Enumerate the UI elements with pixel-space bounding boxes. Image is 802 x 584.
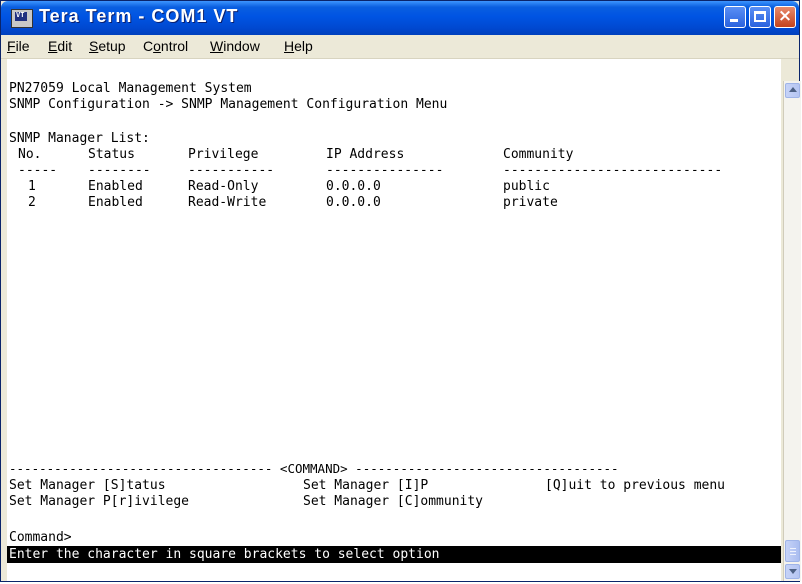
menu-file-rest: ile xyxy=(15,38,30,54)
cmd-set-community: Set Manager [C]ommunity xyxy=(303,494,484,509)
row-privilege: Read-Write xyxy=(188,195,267,210)
app-icon-label: VT xyxy=(16,11,25,19)
maximize-icon xyxy=(754,11,766,22)
col-header-privilege: Privilege xyxy=(188,147,259,162)
menu-file[interactable]: File xyxy=(7,38,30,54)
status-line: Enter the character in square brackets t… xyxy=(7,546,781,563)
col-sep-privilege: ----------- xyxy=(188,163,275,178)
menu-file-mnemonic: F xyxy=(7,38,16,54)
col-sep-no: ----- xyxy=(18,163,58,178)
menu-window-rest: indow xyxy=(223,38,260,54)
menu-setup-rest: etup xyxy=(98,38,126,54)
menu-bar: File Edit Setup Control Window Help xyxy=(1,35,799,59)
minimize-icon xyxy=(730,19,738,22)
cmd-set-status: Set Manager [S]tatus xyxy=(9,478,166,493)
row-community: private xyxy=(503,195,558,210)
terminal-window: VT Tera Term - COM1 VT × File Edit Setup… xyxy=(0,0,801,582)
menu-window-mnemonic: W xyxy=(210,38,224,54)
menu-setup[interactable]: Setup xyxy=(89,38,126,54)
arrow-up-icon xyxy=(789,87,797,92)
command-bar: ----------------------------------- <COM… xyxy=(9,461,619,476)
maximize-button[interactable] xyxy=(749,6,771,28)
close-icon: × xyxy=(777,6,793,26)
row-no: 1 xyxy=(28,179,36,194)
grip-line xyxy=(790,551,796,552)
terminal-screen[interactable]: PN27059 Local Management System SNMP Con… xyxy=(7,59,781,581)
cmd-quit: [Q]uit to previous menu xyxy=(545,478,726,493)
row-ip: 0.0.0.0 xyxy=(326,195,381,210)
row-ip: 0.0.0.0 xyxy=(326,179,381,194)
command-prompt: Command> xyxy=(9,530,72,545)
menu-edit-rest: dit xyxy=(57,38,73,54)
col-header-status: Status xyxy=(88,147,135,162)
list-title: SNMP Manager List: xyxy=(9,131,150,146)
row-privilege: Read-Only xyxy=(188,179,259,194)
close-button[interactable]: × xyxy=(774,6,796,28)
menu-help[interactable]: Help xyxy=(284,38,313,54)
menu-help-rest: elp xyxy=(294,38,313,54)
menu-control[interactable]: Control xyxy=(143,38,188,54)
menu-help-mnemonic: H xyxy=(284,38,295,54)
menu-control-rest: ntrol xyxy=(160,38,189,54)
col-sep-ip: --------------- xyxy=(326,163,444,178)
row-status: Enabled xyxy=(88,179,143,194)
row-community: public xyxy=(503,179,550,194)
menu-window[interactable]: Window xyxy=(210,38,260,54)
col-header-no: No. xyxy=(18,147,42,162)
col-sep-status: -------- xyxy=(88,163,151,178)
row-status: Enabled xyxy=(88,195,143,210)
col-sep-community: ---------------------------- xyxy=(503,163,723,178)
vertical-scrollbar[interactable] xyxy=(783,81,801,581)
menu-setup-mnemonic: S xyxy=(89,38,99,54)
row-no: 2 xyxy=(28,195,36,210)
menu-edit[interactable]: Edit xyxy=(48,38,72,54)
col-header-ip: IP Address xyxy=(326,147,405,162)
minimize-button[interactable] xyxy=(724,6,746,28)
cmd-set-privilege: Set Manager P[r]ivilege xyxy=(9,494,190,509)
title-bar[interactable]: VT Tera Term - COM1 VT × xyxy=(1,1,799,35)
menu-edit-mnemonic: E xyxy=(48,38,58,54)
scroll-up-button[interactable] xyxy=(785,83,800,98)
menu-control-mnemonic: o xyxy=(153,38,161,54)
grip-line xyxy=(790,554,796,555)
arrow-down-icon xyxy=(789,569,797,574)
scroll-thumb[interactable] xyxy=(785,540,800,562)
cmd-set-ip: Set Manager [I]P xyxy=(303,478,429,493)
breadcrumb: SNMP Configuration -> SNMP Management Co… xyxy=(9,97,448,112)
system-name: PN27059 Local Management System xyxy=(9,81,252,96)
scroll-down-button[interactable] xyxy=(785,564,800,579)
teraterm-app-icon[interactable]: VT xyxy=(11,9,33,28)
menu-control-pre: C xyxy=(143,38,154,54)
col-header-community: Community xyxy=(503,147,574,162)
window-title: Tera Term - COM1 VT xyxy=(39,6,239,26)
grip-line xyxy=(790,548,796,549)
